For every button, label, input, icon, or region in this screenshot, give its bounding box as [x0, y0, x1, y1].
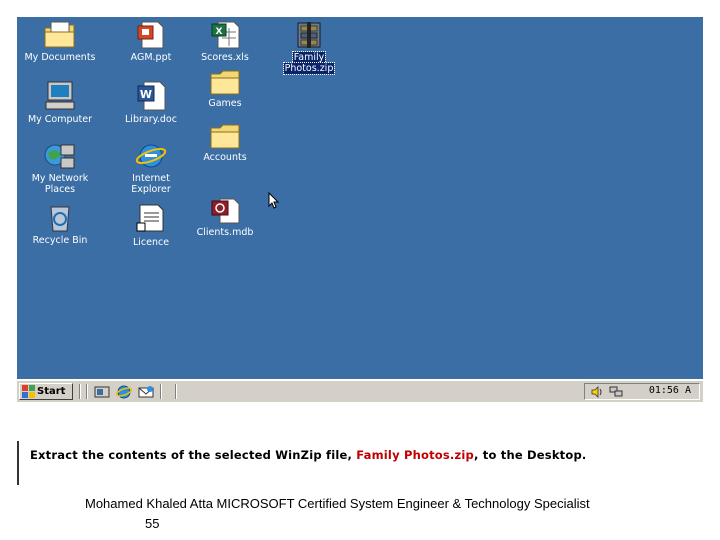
- show-desktop-icon[interactable]: [94, 384, 110, 400]
- desktop-icon-label-line2: Explorer: [131, 184, 171, 195]
- excel-file-icon: X: [211, 21, 240, 49]
- desktop-icon-label: Accounts: [203, 152, 247, 163]
- desktop-icon-my-network-places[interactable]: My Network Places: [20, 141, 100, 195]
- taskbar-separator: [160, 384, 162, 399]
- desktop-icon-licence[interactable]: Licence: [111, 203, 191, 248]
- desktop-icon-label: Family: [291, 51, 327, 64]
- desktop-icon-label: Clients.mdb: [196, 227, 254, 238]
- desktop-icon-label: AGM.ppt: [130, 52, 172, 63]
- desktop-icon-agm-ppt[interactable]: AGM.ppt: [111, 20, 191, 63]
- desktop-icon-accounts[interactable]: Accounts: [185, 124, 265, 163]
- desktop-icon-label: Internet: [132, 173, 170, 184]
- speaker-icon[interactable]: [591, 386, 603, 398]
- desktop-icon-label: Recycle Bin: [32, 235, 88, 246]
- mouse-pointer-icon: [268, 192, 280, 209]
- access-file-icon: [211, 198, 240, 224]
- desktop-icon-label: Licence: [132, 237, 170, 248]
- desktop-icon-library-doc[interactable]: W Library.doc: [111, 80, 191, 125]
- instruction-marker-bar: [17, 441, 19, 485]
- text-document-icon: [136, 204, 164, 232]
- desktop-icon-games[interactable]: Games: [185, 70, 265, 109]
- instruction-prefix: Extract the contents of the selected Win…: [30, 448, 357, 462]
- folder-icon: [210, 124, 240, 149]
- desktop-icon-label-line2: Places: [44, 184, 76, 195]
- internet-explorer-icon[interactable]: [116, 384, 132, 400]
- desktop-icon-label: My Documents: [24, 52, 96, 63]
- instruction-highlight: Family Photos.zip: [356, 448, 474, 462]
- desktop-icon-recycle-bin[interactable]: Recycle Bin: [20, 203, 100, 246]
- windows-logo-icon: [22, 385, 35, 398]
- page-number: 55: [145, 516, 160, 531]
- desktop-icon-my-documents[interactable]: My Documents: [20, 20, 100, 63]
- desktop-icon-label: Library.doc: [125, 114, 177, 125]
- desktop-icon-label: My Computer: [27, 114, 93, 125]
- network-places-icon: [44, 144, 75, 169]
- internet-explorer-icon: [135, 144, 167, 168]
- footer-text: Mohamed Khaled Atta MICROSOFT Certified …: [85, 496, 590, 511]
- outlook-express-icon[interactable]: [138, 384, 154, 400]
- desktop-icon-label: Scores.xls: [201, 52, 249, 63]
- desktop-icon-family-photos-zip[interactable]: Family Photos.zip: [269, 20, 349, 75]
- svg-text:W: W: [140, 88, 152, 101]
- start-label: Start: [37, 386, 66, 397]
- taskbar: Start 01:56 A: [17, 380, 703, 402]
- system-tray: 01:56 A: [584, 383, 700, 400]
- winzip-file-icon: [297, 22, 321, 48]
- folder-icon: [210, 70, 240, 95]
- start-button[interactable]: Start: [19, 383, 73, 400]
- taskbar-separator: [86, 384, 88, 399]
- computer-icon: [45, 81, 75, 110]
- desktop[interactable]: My Documents My Computer My Network Plac…: [17, 17, 703, 379]
- desktop-icon-label: Games: [208, 98, 242, 109]
- desktop-icon-label: My Network: [31, 173, 89, 184]
- taskbar-separator: [79, 384, 81, 399]
- word-file-icon: W: [137, 81, 166, 111]
- svg-text:X: X: [216, 27, 223, 37]
- recycle-bin-icon: [50, 206, 70, 232]
- desktop-icon-internet-explorer[interactable]: Internet Explorer: [111, 141, 191, 195]
- desktop-icon-scores-xls[interactable]: X Scores.xls: [185, 20, 265, 63]
- taskbar-separator: [175, 384, 177, 399]
- instruction-suffix: , to the Desktop.: [473, 448, 587, 462]
- desktop-icon-clients-mdb[interactable]: Clients.mdb: [185, 197, 265, 238]
- desktop-icon-label-line2: Photos.zip: [282, 62, 336, 75]
- taskbar-clock[interactable]: 01:56 A: [649, 385, 691, 396]
- desktop-icon-my-computer[interactable]: My Computer: [20, 80, 100, 125]
- task-instruction: Extract the contents of the selected Win…: [30, 448, 586, 462]
- powerpoint-file-icon: [137, 21, 164, 49]
- folder-documents-icon: [44, 21, 75, 48]
- network-icon[interactable]: [609, 386, 623, 398]
